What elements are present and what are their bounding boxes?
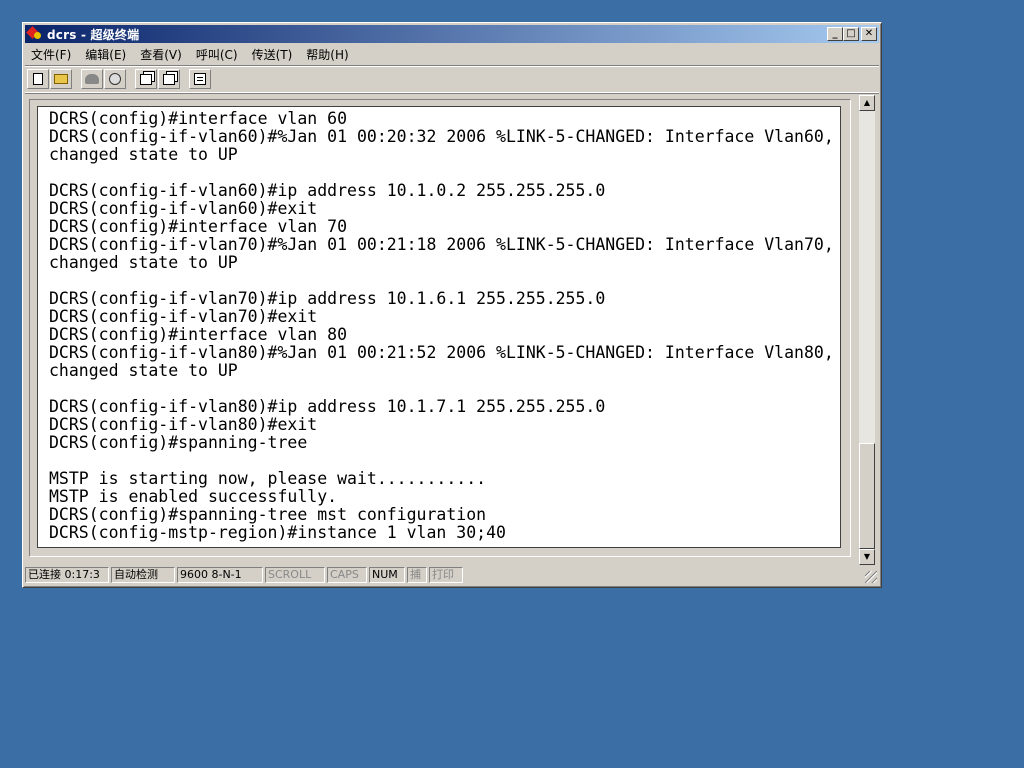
new-icon xyxy=(33,73,43,85)
terminal-line: changed state to UP xyxy=(49,253,238,272)
terminal-line: DCRS(config)#spanning-tree xyxy=(49,433,308,452)
terminal-line: MSTP is starting now, please wait.......… xyxy=(49,469,487,488)
terminal-line: DCRS(config)#spanning-tree mst configura… xyxy=(49,505,487,524)
properties-button[interactable] xyxy=(189,69,211,89)
terminal-line: DCRS(config-if-vlan80)#exit xyxy=(49,415,318,434)
send-icon xyxy=(140,73,152,85)
terminal-line: MSTP is enabled successfully. xyxy=(49,487,338,506)
open-icon xyxy=(54,74,68,84)
scroll-up-button[interactable]: ▲ xyxy=(859,95,875,111)
status-detect: 自动检测 xyxy=(111,567,175,583)
hangup-icon xyxy=(109,73,121,85)
status-port: 9600 8-N-1 xyxy=(177,567,263,583)
hyperterminal-window: dcrs - 超级终端 _ □ ✕ 文件(F) 编辑(E) 查看(V) 呼叫(C… xyxy=(22,22,882,588)
close-button[interactable]: ✕ xyxy=(861,27,877,41)
window-controls: _ □ ✕ xyxy=(827,27,877,41)
terminal-frame: DCRS(config)#interface vlan 60 DCRS(confi… xyxy=(29,99,851,557)
title-bar[interactable]: dcrs - 超级终端 _ □ ✕ xyxy=(25,25,879,43)
hangup-button[interactable] xyxy=(104,69,126,89)
terminal-line: DCRS(config-if-vlan70)#exit xyxy=(49,307,318,326)
menu-call[interactable]: 呼叫(C) xyxy=(190,46,244,63)
status-num: NUM xyxy=(369,567,405,583)
terminal-line: DCRS(config-if-vlan80)#%Jan 01 00:21:52 … xyxy=(49,343,834,362)
terminal-screen[interactable]: DCRS(config)#interface vlan 60 DCRS(confi… xyxy=(37,106,841,548)
terminal-output: DCRS(config)#interface vlan 60 DCRS(confi… xyxy=(49,110,834,542)
menu-view[interactable]: 查看(V) xyxy=(134,46,188,63)
terminal-line: changed state to UP xyxy=(49,145,238,164)
status-caps: CAPS xyxy=(327,567,367,583)
terminal-line: DCRS(config-if-vlan80)#ip address 10.1.7… xyxy=(49,397,606,416)
scroll-thumb[interactable] xyxy=(859,443,875,549)
terminal-line: DCRS(config)#interface vlan 80 xyxy=(49,325,348,344)
status-connected: 已连接 0:17:3 xyxy=(25,567,109,583)
minimize-button[interactable]: _ xyxy=(827,27,843,41)
open-button[interactable] xyxy=(50,69,72,89)
terminal-line: DCRS(config-if-vlan70)#ip address 10.1.6… xyxy=(49,289,606,308)
menu-bar: 文件(F) 编辑(E) 查看(V) 呼叫(C) 传送(T) 帮助(H) xyxy=(25,44,879,64)
terminal-line: DCRS(config-if-vlan70)#%Jan 01 00:21:18 … xyxy=(49,235,834,254)
menu-edit[interactable]: 编辑(E) xyxy=(79,46,132,63)
call-icon xyxy=(85,74,99,84)
window-title: dcrs - 超级终端 xyxy=(47,27,140,42)
vertical-scrollbar[interactable]: ▲ ▼ xyxy=(859,95,875,565)
resize-grip[interactable] xyxy=(865,571,877,583)
status-print: 打印 xyxy=(429,567,463,583)
properties-icon xyxy=(194,73,206,85)
menu-transfer[interactable]: 传送(T) xyxy=(246,46,299,63)
new-button[interactable] xyxy=(27,69,49,89)
menu-file[interactable]: 文件(F) xyxy=(25,46,77,63)
terminal-line: DCRS(config)#interface vlan 60 xyxy=(49,109,348,128)
status-capture: 捕 xyxy=(407,567,427,583)
terminal-line: DCRS(config-if-vlan60)#%Jan 01 00:20:32 … xyxy=(49,127,834,146)
terminal-line: DCRS(config-if-vlan60)#ip address 10.1.0… xyxy=(49,181,606,200)
terminal-line: DCRS(config-mstp-region)#instance 1 vlan… xyxy=(49,523,506,542)
send-button[interactable] xyxy=(135,69,157,89)
receive-icon xyxy=(163,73,175,85)
menu-help[interactable]: 帮助(H) xyxy=(300,46,354,63)
app-icon[interactable] xyxy=(27,27,43,41)
scroll-down-button[interactable]: ▼ xyxy=(859,549,875,565)
terminal-line: DCRS(config-if-vlan60)#exit xyxy=(49,199,318,218)
status-scroll: SCROLL xyxy=(265,567,325,583)
call-button[interactable] xyxy=(81,69,103,89)
receive-button[interactable] xyxy=(158,69,180,89)
maximize-button[interactable]: □ xyxy=(843,27,859,41)
status-bar: 已连接 0:17:3 自动检测 9600 8-N-1 SCROLL CAPS N… xyxy=(25,565,879,585)
terminal-line: changed state to UP xyxy=(49,361,238,380)
terminal-line: DCRS(config)#interface vlan 70 xyxy=(49,217,348,236)
toolbar xyxy=(25,65,879,93)
